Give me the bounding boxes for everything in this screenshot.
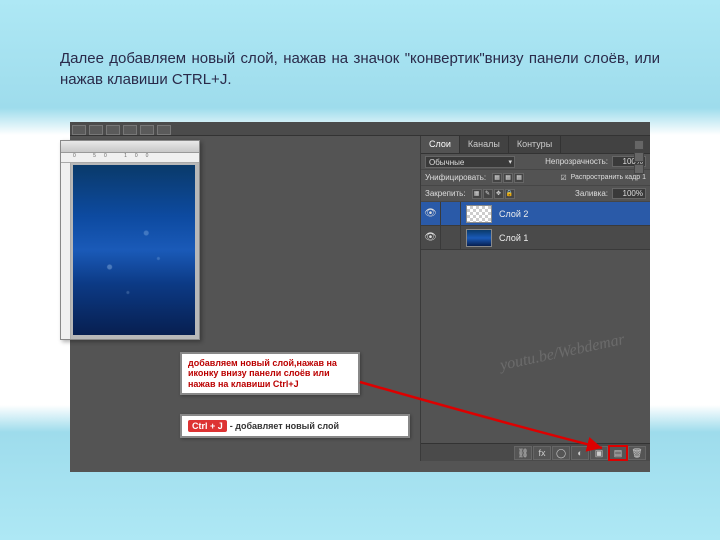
panel-tabs: Слои Каналы Контуры xyxy=(421,136,650,154)
document-window[interactable]: 0 50 100 xyxy=(60,140,200,340)
new-layer-button[interactable]: ▤ xyxy=(609,446,627,460)
annotation-callout-2: Ctrl + J- добавляет новый слой xyxy=(180,414,410,438)
adjustment-button[interactable]: ◐ xyxy=(571,446,589,460)
layer-name[interactable]: Слой 1 xyxy=(497,233,650,243)
canvas-image[interactable] xyxy=(73,165,195,335)
opacity-label: Непрозрачность: xyxy=(545,157,608,166)
lock-icons[interactable]: ▦✎✥🔒 xyxy=(472,189,515,199)
link-col[interactable] xyxy=(441,202,461,225)
document-titlebar[interactable] xyxy=(61,141,199,153)
kbd-shortcut: Ctrl + J xyxy=(188,420,227,432)
visibility-toggle[interactable]: 👁 xyxy=(421,226,441,249)
layer-list: 👁 Слой 2 👁 Слой 1 xyxy=(421,202,650,250)
mask-button[interactable]: ◯ xyxy=(552,446,570,460)
unified-label: Унифицировать: xyxy=(425,173,486,182)
link-col[interactable] xyxy=(441,226,461,249)
ruler-vertical xyxy=(61,163,71,339)
visibility-toggle[interactable]: 👁 xyxy=(421,202,441,225)
eye-icon: 👁 xyxy=(424,208,437,219)
photoshop-workspace: 0 50 100 Слои Каналы Контуры Обычные Неп… xyxy=(70,122,650,472)
lock-label: Закрепить: xyxy=(425,189,466,198)
layer-name[interactable]: Слой 2 xyxy=(497,209,650,219)
unify-icons[interactable]: ▦▦▦ xyxy=(492,173,524,183)
layers-panel: Слои Каналы Контуры Обычные Непрозрачнос… xyxy=(420,136,650,461)
layer-row[interactable]: 👁 Слой 2 xyxy=(421,202,650,226)
fx-button[interactable]: fx xyxy=(533,446,551,460)
group-button[interactable]: ▣ xyxy=(590,446,608,460)
layer-row[interactable]: 👁 Слой 1 xyxy=(421,226,650,250)
panel-collapse-icons[interactable] xyxy=(634,140,648,176)
delete-layer-button[interactable]: 🗑 xyxy=(628,446,646,460)
blend-mode-dropdown[interactable]: Обычные xyxy=(425,156,515,168)
tab-layers[interactable]: Слои xyxy=(421,136,460,153)
fill-input[interactable]: 100% xyxy=(612,188,646,199)
link-layers-button[interactable]: ⛓ xyxy=(514,446,532,460)
layer-thumbnail[interactable] xyxy=(466,205,492,223)
tab-paths[interactable]: Контуры xyxy=(509,136,561,153)
slide-caption: Далее добавляем новый слой, нажав на зна… xyxy=(0,0,720,100)
layers-panel-footer: ⛓ fx ◯ ◐ ▣ ▤ 🗑 xyxy=(421,443,650,461)
ruler-horizontal: 0 50 100 xyxy=(61,153,199,163)
options-bar xyxy=(70,122,650,136)
fill-label: Заливка: xyxy=(575,189,608,198)
tab-channels[interactable]: Каналы xyxy=(460,136,509,153)
eye-icon: 👁 xyxy=(424,232,437,243)
annotation-callout-1: добавляем новый слой,нажав на иконку вни… xyxy=(180,352,360,395)
layer-thumbnail[interactable] xyxy=(466,229,492,247)
